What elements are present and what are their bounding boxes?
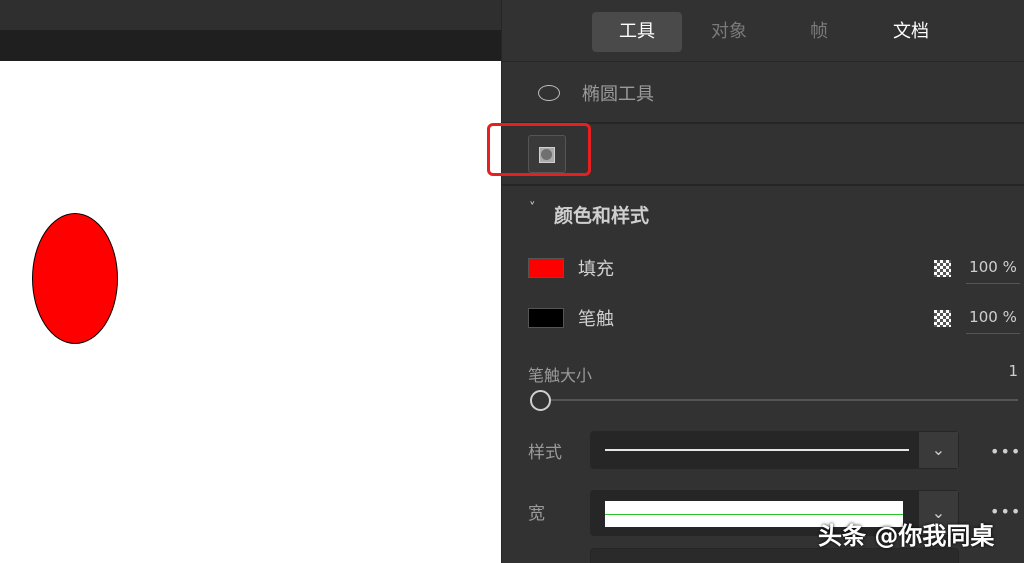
fill-label: 填充 xyxy=(578,259,614,280)
stroke-label: 笔触 xyxy=(578,309,614,330)
stroke-style-dropdown[interactable]: ⌄ xyxy=(590,431,959,469)
stroke-size-slider-track[interactable] xyxy=(548,399,1018,401)
style-more-button[interactable]: ••• xyxy=(990,442,1021,461)
stage-canvas[interactable] xyxy=(0,61,501,563)
fill-opacity-input[interactable]: 100 % xyxy=(966,258,1020,284)
width-more-button[interactable]: ••• xyxy=(990,502,1021,521)
chevron-down-icon: ˅ xyxy=(529,201,536,216)
stroke-size-label: 笔触大小 xyxy=(528,366,593,385)
red-ellipse-shape[interactable] xyxy=(32,213,118,344)
width-label: 宽 xyxy=(528,504,545,524)
stroke-opacity-icon xyxy=(934,310,951,327)
stage-top-bar xyxy=(0,0,501,30)
ellipse-icon xyxy=(538,85,560,101)
panel-tabs: 工具 对象 帧 文档 xyxy=(502,0,1024,62)
stroke-style-preview xyxy=(605,449,909,451)
tool-name: 椭圆工具 xyxy=(582,84,654,105)
tab-document[interactable]: 文档 xyxy=(866,12,956,52)
stroke-row: 笔触 100 % xyxy=(502,298,1024,338)
stroke-color-swatch[interactable] xyxy=(528,308,564,328)
stroke-opacity-input[interactable]: 100 % xyxy=(966,308,1020,334)
timeline-bar xyxy=(0,30,501,61)
stroke-size-value[interactable]: 1 xyxy=(1008,362,1018,380)
tab-object[interactable]: 对象 xyxy=(684,12,774,52)
properties-panel: 工具 对象 帧 文档 椭圆工具 ˅ 颜色和样式 填充 100 % 笔触 100 … xyxy=(501,0,1024,563)
chevron-down-icon[interactable]: ⌄ xyxy=(918,432,958,468)
section-title: 颜色和样式 xyxy=(554,205,650,227)
annotation-highlight xyxy=(487,123,591,176)
tab-frame[interactable]: 帧 xyxy=(774,12,864,52)
tab-tools[interactable]: 工具 xyxy=(592,12,682,52)
fill-opacity-icon xyxy=(934,260,951,277)
fill-color-swatch[interactable] xyxy=(528,258,564,278)
color-style-section-header[interactable]: ˅ 颜色和样式 xyxy=(502,188,1024,238)
watermark: 头条 @你我同桌 xyxy=(818,522,995,550)
current-tool-row: 椭圆工具 xyxy=(502,62,1024,124)
fill-row: 填充 100 % xyxy=(502,248,1024,288)
stroke-size-slider-thumb[interactable] xyxy=(530,390,551,411)
style-label: 样式 xyxy=(528,443,562,463)
